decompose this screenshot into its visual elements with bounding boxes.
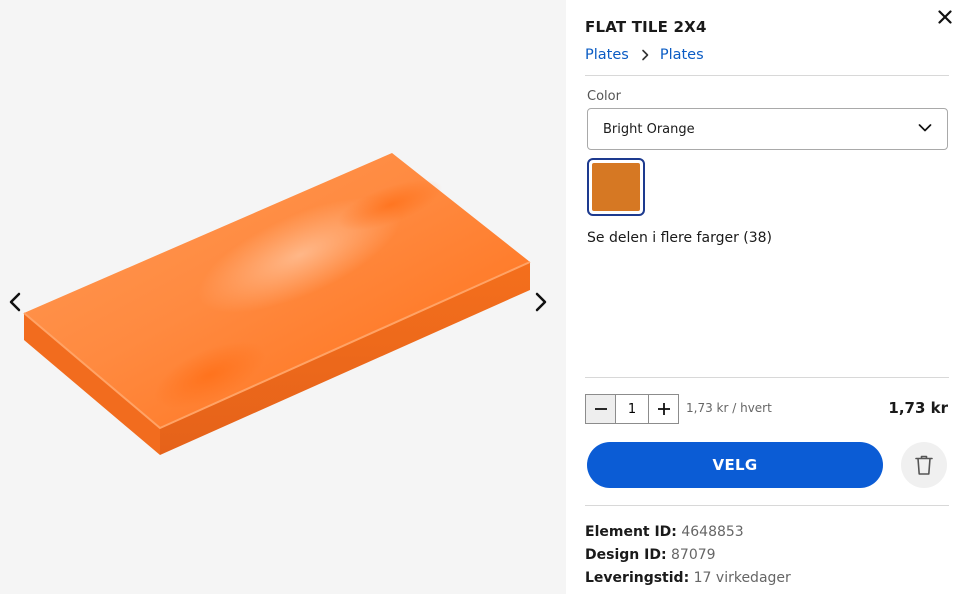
color-select[interactable]: Bright Orange (587, 108, 948, 150)
element-id-label: Element ID: (585, 524, 677, 540)
product-image (23, 153, 531, 455)
product-detail-pane: FLAT TILE 2X4 Plates Plates Color Bright… (566, 0, 960, 594)
chevron-right-icon (641, 49, 649, 61)
element-id-row: Element ID: 4648853 (585, 524, 744, 540)
increase-quantity-button[interactable] (648, 395, 678, 423)
divider (585, 505, 949, 506)
delivery-time-value: 17 virkedager (693, 570, 791, 586)
total-price: 1,73 kr (888, 399, 948, 417)
product-title: FLAT TILE 2X4 (585, 18, 707, 36)
divider (585, 75, 949, 76)
plus-icon (657, 403, 670, 415)
quantity-input[interactable] (616, 395, 648, 423)
breadcrumb: Plates Plates (585, 47, 704, 63)
minus-icon (594, 408, 607, 410)
chevron-down-icon (918, 124, 932, 132)
select-button[interactable]: VELG (587, 442, 883, 488)
unit-price: 1,73 kr / hvert (686, 401, 772, 415)
design-id-value: 87079 (671, 547, 716, 563)
breadcrumb-link-plates-current[interactable]: Plates (660, 47, 704, 63)
breadcrumb-link-plates[interactable]: Plates (585, 47, 629, 63)
design-id-label: Design ID: (585, 547, 667, 563)
next-image-button[interactable] (527, 288, 555, 316)
previous-image-button[interactable] (1, 288, 29, 316)
color-swatch-bright-orange[interactable] (587, 158, 645, 216)
chevron-left-icon (9, 292, 21, 312)
quantity-stepper (585, 394, 679, 424)
more-colors-link[interactable]: Se delen i flere farger (38) (587, 230, 772, 246)
decrease-quantity-button[interactable] (586, 395, 616, 423)
close-button[interactable] (932, 4, 958, 30)
divider (585, 377, 949, 378)
remove-button[interactable] (901, 442, 947, 488)
close-icon (938, 10, 952, 24)
product-image-pane (0, 0, 566, 594)
delivery-time-label: Leveringstid: (585, 570, 690, 586)
chevron-right-icon (535, 292, 547, 312)
color-swatch-fill (592, 163, 640, 211)
design-id-row: Design ID: 87079 (585, 547, 716, 563)
trash-icon (915, 455, 933, 475)
color-label: Color (587, 89, 621, 104)
color-select-value: Bright Orange (603, 121, 695, 137)
element-id-value: 4648853 (681, 524, 744, 540)
delivery-time-row: Leveringstid: 17 virkedager (585, 570, 791, 586)
